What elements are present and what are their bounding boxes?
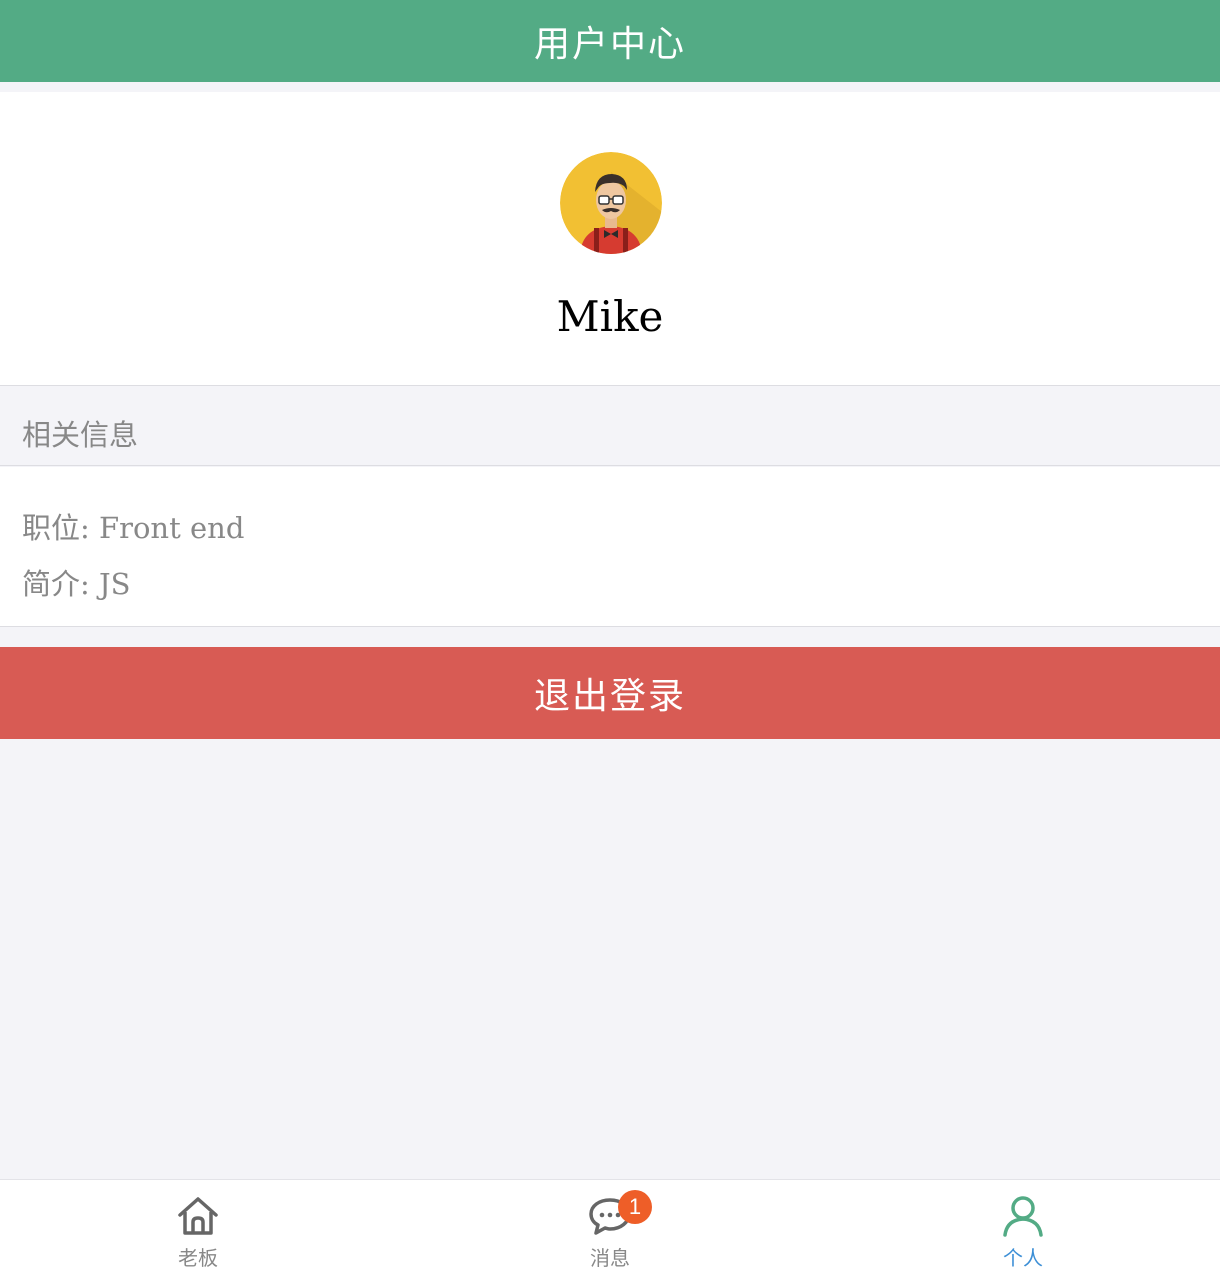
tab-boss[interactable]: 老板 xyxy=(138,1180,258,1276)
intro-info: 简介: JS xyxy=(22,567,131,601)
section-title: 相关信息 xyxy=(22,418,139,452)
username: Mike xyxy=(556,292,664,341)
page-title: 用户中心 xyxy=(533,24,686,65)
info-card: 职位: Front end 简介: JS xyxy=(0,467,1220,627)
avatar[interactable] xyxy=(560,152,662,254)
home-icon xyxy=(178,1197,218,1235)
tab-boss-label: 老板 xyxy=(178,1246,218,1270)
logout-button[interactable]: 退出登录 xyxy=(0,647,1220,739)
tab-personal[interactable]: 个人 xyxy=(963,1180,1083,1276)
bottom-tab-bar: 老板 1 消息 个人 xyxy=(0,1179,1220,1276)
position-info: 职位: Front end xyxy=(22,511,245,545)
tab-messages[interactable]: 1 消息 xyxy=(550,1180,670,1276)
tab-messages-label: 消息 xyxy=(590,1246,630,1270)
header-bar: 用户中心 xyxy=(0,0,1220,82)
user-icon xyxy=(1003,1196,1043,1237)
tab-personal-label: 个人 xyxy=(1003,1246,1043,1270)
profile-card: Mike xyxy=(0,92,1220,386)
info-section-header: 相关信息 xyxy=(0,386,1220,466)
unread-badge: 1 xyxy=(618,1190,652,1224)
